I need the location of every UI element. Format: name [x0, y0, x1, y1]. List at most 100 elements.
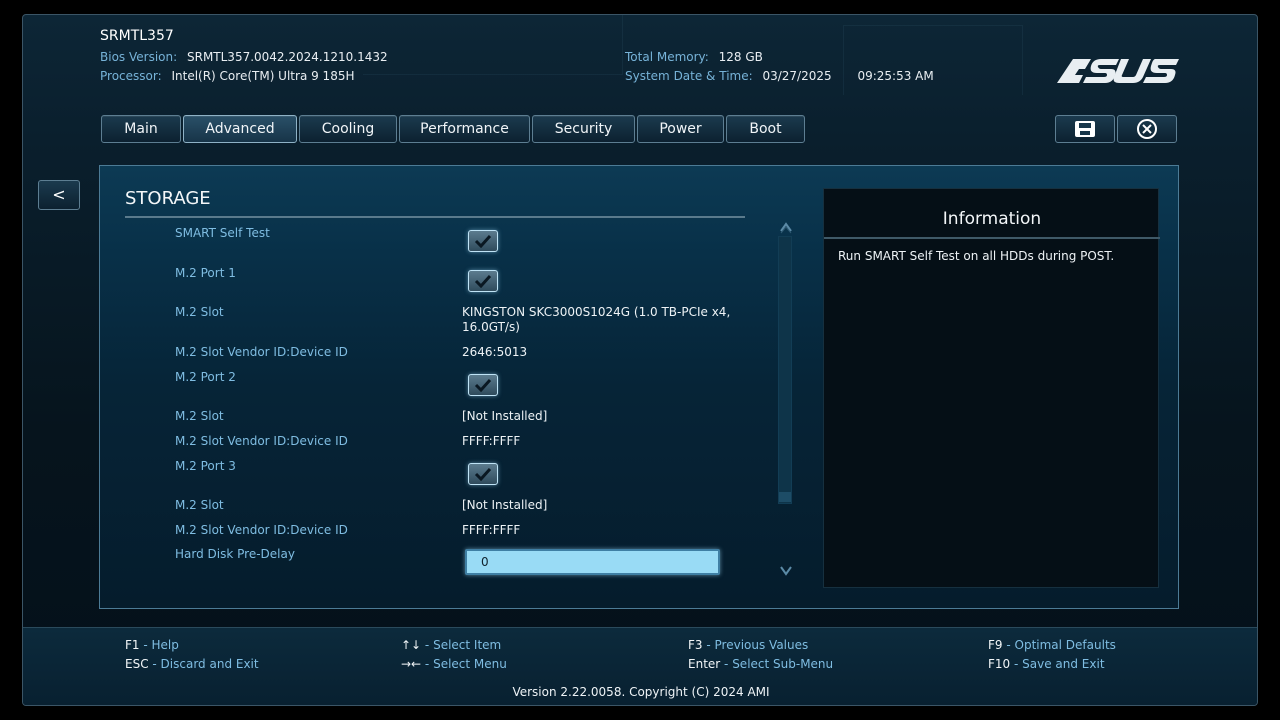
system-date-time-label: System Date & Time: [625, 69, 753, 83]
information-title: Information [942, 209, 1042, 229]
scrollbar-thumb[interactable] [779, 492, 791, 502]
m2-slot-3-vendor-label: M.2 Slot Vendor ID:Device ID [175, 523, 348, 537]
key-description: Previous Values [714, 638, 809, 652]
total-memory-value: 128 GB [718, 50, 763, 64]
select-item-hint: ↑↓ - Select Item [401, 638, 501, 652]
key-label: Enter [688, 657, 721, 671]
tab-performance[interactable]: Performance [399, 115, 530, 143]
m2-port-1-checkbox[interactable] [468, 270, 498, 292]
hard-disk-pre-delay-input[interactable]: 0 [465, 549, 720, 575]
discard-exit-hint: ESC - Discard and Exit [125, 657, 259, 671]
tab-main[interactable]: Main [101, 115, 181, 143]
information-divider [824, 237, 1160, 239]
m2-slot-1-vendor-label: M.2 Slot Vendor ID:Device ID [175, 345, 348, 359]
key-description: Select Menu [433, 657, 507, 671]
help-hint: F1 - Help [125, 638, 179, 652]
key-separator: - [1002, 638, 1015, 652]
checkmark-icon [474, 274, 492, 288]
key-label: F9 [988, 638, 1003, 652]
key-description: Optimal Defaults [1014, 638, 1116, 652]
m2-port-2-checkbox[interactable] [468, 374, 498, 396]
information-panel: Information Run SMART Self Test on all H… [823, 188, 1160, 588]
page-title: STORAGE [125, 188, 211, 209]
smart-self-test-checkbox[interactable] [468, 230, 498, 252]
key-label: →← [401, 657, 422, 671]
key-label: F3 [688, 638, 703, 652]
save-button[interactable] [1055, 115, 1115, 143]
m2-slot-2-vendor-value: FFFF:FFFF [462, 434, 521, 448]
key-label: ESC [125, 657, 149, 671]
bios-version-label: Bios Version: [100, 50, 178, 64]
key-label: ↑↓ [401, 638, 422, 652]
m2-slot-1-vendor-value: 2646:5013 [462, 345, 528, 359]
total-memory-row: Total Memory: 128 GB [625, 50, 763, 64]
save-icon [1075, 121, 1095, 137]
m2-port-3-checkbox[interactable] [468, 463, 498, 485]
key-description: Help [151, 638, 179, 652]
key-separator: - [139, 638, 152, 652]
select-menu-hint: →← - Select Menu [401, 657, 507, 671]
key-description: Save and Exit [1022, 657, 1105, 671]
save-exit-hint: F10 - Save and Exit [988, 657, 1105, 671]
scrollbar-track[interactable] [778, 236, 792, 504]
tab-cooling[interactable]: Cooling [299, 115, 397, 143]
m2-slot-3-vendor-value: FFFF:FFFF [462, 523, 521, 537]
tab-security[interactable]: Security [532, 115, 635, 143]
circuit-decoration [363, 15, 623, 75]
total-memory-label: Total Memory: [625, 50, 709, 64]
bios-version-row: Bios Version: SRMTL357.0042.2024.1210.14… [100, 50, 388, 64]
hard-disk-pre-delay-label: Hard Disk Pre-Delay [175, 547, 295, 561]
m2-slot-1-value: KINGSTON SKC3000S1024G (1.0 TB-PCIe x4, … [462, 305, 731, 334]
key-separator: - [702, 638, 715, 652]
system-time-value: 09:25:53 AM [857, 69, 934, 83]
back-button[interactable]: < [38, 180, 80, 210]
checkmark-icon [474, 378, 492, 392]
key-label: F1 [125, 638, 140, 652]
m2-port-3-label: M.2 Port 3 [175, 459, 236, 473]
processor-label: Processor: [100, 69, 162, 83]
processor-value: Intel(R) Core(TM) Ultra 9 185H [171, 69, 355, 83]
key-separator: - [421, 638, 434, 652]
system-date-value: 03/27/2025 [762, 69, 832, 83]
title-divider [125, 216, 745, 218]
key-label: F10 [988, 657, 1011, 671]
optimal-defaults-hint: F9 - Optimal Defaults [988, 638, 1116, 652]
m2-slot-3-value: [Not Installed] [462, 498, 548, 512]
key-description: Select Item [433, 638, 502, 652]
bios-version-value: SRMTL357.0042.2024.1210.1432 [186, 50, 388, 64]
m2-port-1-label: M.2 Port 1 [175, 266, 236, 280]
m2-port-2-label: M.2 Port 2 [175, 370, 236, 384]
circuit-decoration [843, 25, 1023, 95]
storage-panel: STORAGE SMART Self Test M.2 Port 1 M.2 S… [99, 165, 1179, 609]
close-circle-icon [1137, 119, 1157, 139]
system-name: SRMTL357 [100, 28, 174, 44]
key-separator: - [148, 657, 161, 671]
tab-advanced[interactable]: Advanced [183, 115, 297, 143]
key-separator: - [720, 657, 733, 671]
scroll-down-icon[interactable] [778, 564, 794, 578]
m2-slot-3-label: M.2 Slot [175, 498, 224, 512]
tab-boot[interactable]: Boot [726, 115, 805, 143]
exit-button[interactable] [1117, 115, 1177, 143]
m2-slot-1-label: M.2 Slot [175, 305, 224, 319]
processor-row: Processor: Intel(R) Core(TM) Ultra 9 185… [100, 69, 355, 83]
key-separator: - [1010, 657, 1023, 671]
m2-slot-2-value: [Not Installed] [462, 409, 548, 423]
m2-slot-2-label: M.2 Slot [175, 409, 224, 423]
scroll-up-icon[interactable] [778, 220, 794, 234]
key-description: Select Sub-Menu [732, 657, 834, 671]
checkmark-icon [474, 467, 492, 481]
smart-self-test-label: SMART Self Test [175, 226, 270, 240]
asus-logo [1057, 59, 1179, 83]
tab-power[interactable]: Power [637, 115, 724, 143]
previous-values-hint: F3 - Previous Values [688, 638, 808, 652]
bios-window: SRMTL357 Bios Version: SRMTL357.0042.202… [22, 14, 1258, 706]
m2-slot-2-vendor-label: M.2 Slot Vendor ID:Device ID [175, 434, 348, 448]
system-date-time-row: System Date & Time: 03/27/2025 09:25:53 … [625, 69, 934, 83]
key-description: Discard and Exit [160, 657, 259, 671]
version-text: Version 2.22.0058. Copyright (C) 2024 AM… [512, 685, 770, 699]
information-text: Run SMART Self Test on all HDDs during P… [838, 249, 1115, 263]
select-submenu-hint: Enter - Select Sub-Menu [688, 657, 833, 671]
key-separator: - [421, 657, 434, 671]
checkmark-icon [474, 234, 492, 248]
